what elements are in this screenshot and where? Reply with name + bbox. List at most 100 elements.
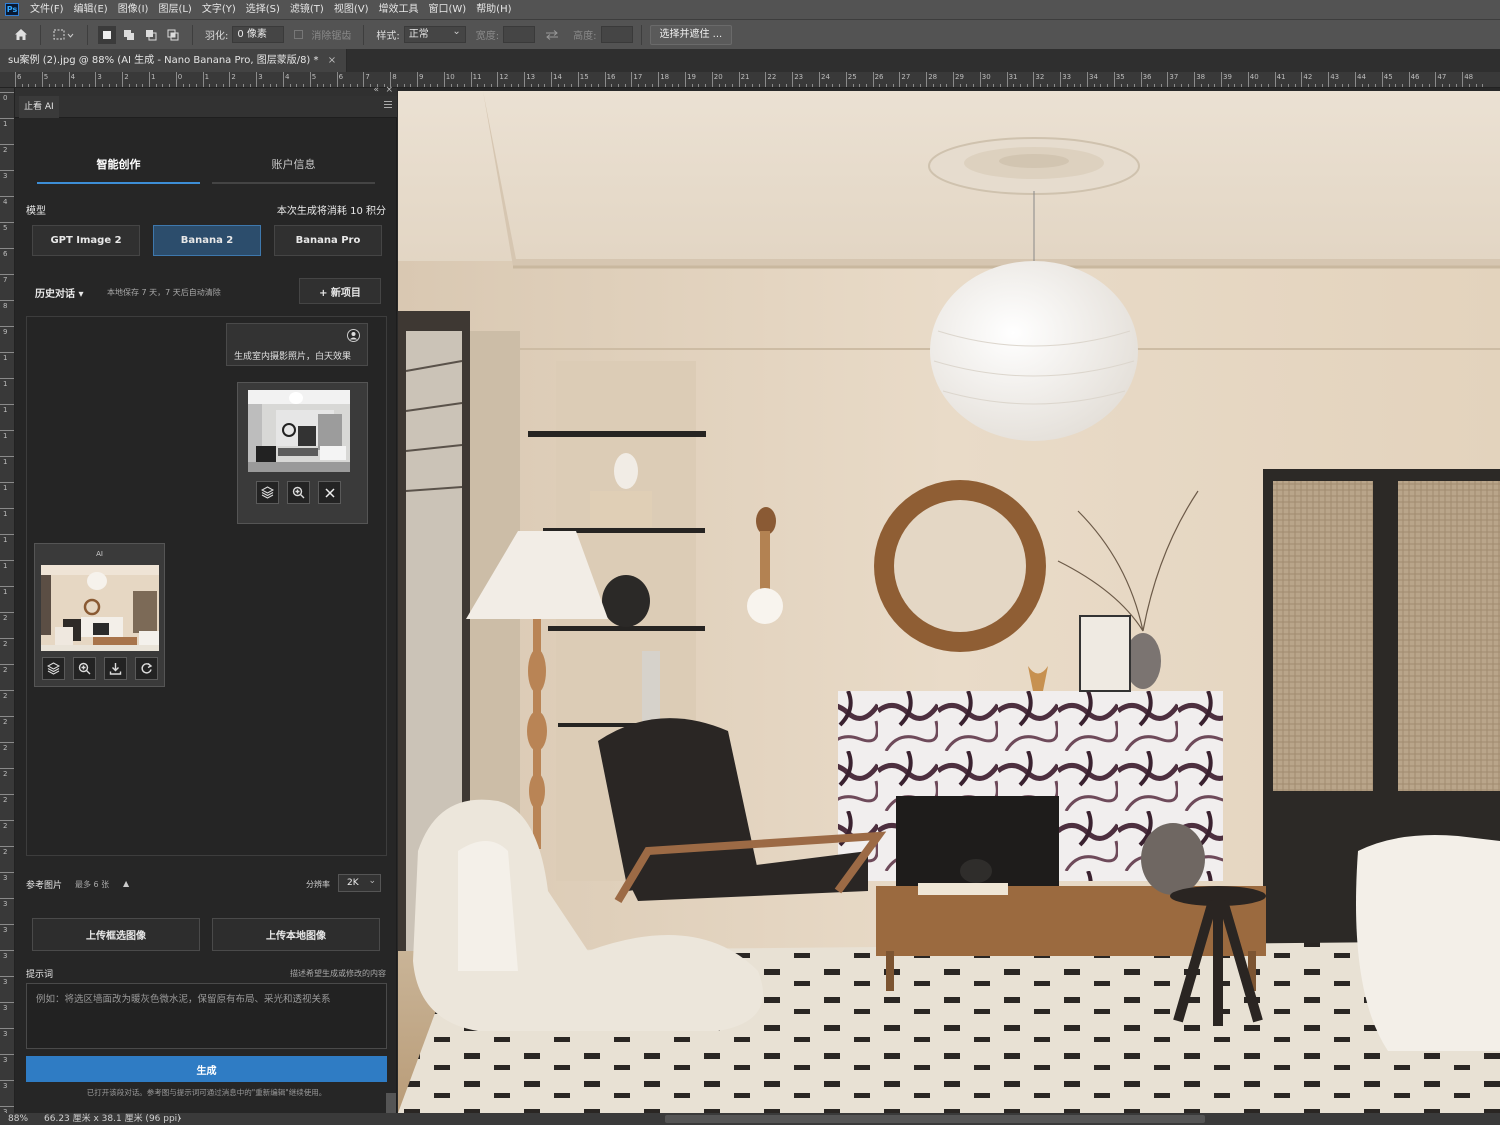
menu-view[interactable]: 视图(V)	[329, 0, 374, 19]
ruler-minor-tick	[1093, 84, 1095, 87]
ruler-label: 2	[3, 640, 8, 648]
document-canvas[interactable]	[398, 91, 1500, 1113]
chat-history[interactable]: 生成室内摄影照片，白天效果 AI	[26, 316, 387, 856]
layers-icon[interactable]	[42, 657, 65, 680]
panel-close-icon[interactable]: ×	[385, 85, 393, 95]
height-input[interactable]	[600, 26, 633, 43]
ai-result-thumbnail[interactable]	[41, 565, 159, 651]
reference-toggle[interactable]: ▲	[123, 879, 129, 888]
regenerate-icon[interactable]	[135, 657, 158, 680]
status-menu-arrow-icon[interactable]: ›	[178, 1113, 182, 1125]
ruler-tick	[0, 976, 14, 977]
document-tab[interactable]: su案例 (2).jpg @ 88% (AI 生成 - Nano Banana …	[0, 49, 348, 72]
layers-icon[interactable]	[256, 481, 279, 504]
model-banana-pro-button[interactable]: Banana Pro	[274, 225, 382, 256]
ruler-minor-tick	[651, 84, 653, 87]
menu-file[interactable]: 文件(F)	[25, 0, 69, 19]
ruler-label: 28	[928, 73, 938, 81]
zoom-in-icon[interactable]	[73, 657, 96, 680]
menu-image[interactable]: 图像(I)	[113, 0, 154, 19]
attachment-thumbnail[interactable]	[248, 390, 350, 472]
ruler-label: 34	[1089, 73, 1098, 81]
feather-input[interactable]: 0 像素	[232, 26, 285, 43]
ruler-label: 11	[472, 73, 482, 81]
horizontal-ruler[interactable]: 6 5 4 3 2 1 0 1 2 3 4 5 6 7 8 9 10 11 12 13 14 15 16 17 18 19 20 21…	[0, 72, 1500, 88]
tab-account-info[interactable]: 账户信息	[212, 148, 375, 184]
download-icon[interactable]	[104, 657, 127, 680]
close-icon[interactable]	[318, 481, 341, 504]
antialias-checkbox[interactable]	[294, 30, 304, 39]
subtract-selection-icon[interactable]	[142, 26, 160, 44]
photoshop-logo-icon[interactable]: Ps	[5, 3, 19, 16]
panel-scrollbar[interactable]	[386, 1093, 396, 1113]
style-select[interactable]: 正常	[403, 24, 466, 43]
ruler-minor-tick	[973, 84, 975, 87]
new-project-button[interactable]: + 新项目	[299, 278, 381, 304]
ruler-label: 25	[847, 73, 857, 81]
ruler-label: 1	[3, 562, 8, 570]
ruler-tick	[711, 72, 713, 87]
ruler-tick	[68, 72, 70, 87]
add-selection-icon[interactable]	[120, 26, 138, 44]
ruler-tick	[0, 612, 14, 613]
ruler-minor-tick	[537, 84, 539, 87]
panel-title[interactable]: 止看 AI	[19, 96, 59, 118]
ruler-tick	[0, 586, 14, 587]
ruler-label: 41	[1276, 73, 1286, 81]
ruler-minor-tick	[1361, 84, 1363, 87]
menu-type[interactable]: 文字(Y)	[197, 0, 241, 19]
model-banana-2-button[interactable]: Banana 2	[153, 225, 261, 256]
intersect-selection-icon[interactable]	[164, 26, 182, 44]
ruler-tick	[1328, 72, 1330, 87]
upload-local-button[interactable]: 上传本地图像	[212, 918, 380, 951]
ruler-tick	[0, 144, 14, 145]
menu-edit[interactable]: 编辑(E)	[69, 0, 113, 19]
history-dropdown[interactable]: 历史对话 ▾	[35, 285, 84, 300]
upload-selection-button[interactable]: 上传框选图像	[32, 918, 200, 951]
prompt-input[interactable]: 例如：将选区墙面改为暖灰色微水泥，保留原有布局、采光和透视关系	[26, 983, 387, 1049]
generate-button[interactable]: 生成	[26, 1056, 387, 1082]
new-selection-icon[interactable]	[98, 25, 116, 44]
menu-filter[interactable]: 滤镜(T)	[285, 0, 329, 19]
model-gpt-image-2-button[interactable]: GPT Image 2	[32, 225, 140, 256]
ruler-minor-tick	[1341, 84, 1343, 87]
marquee-tool-icon[interactable]	[51, 26, 77, 44]
ruler-tick	[1140, 72, 1142, 87]
select-and-mask-button[interactable]: 选择并遮住 ...	[649, 24, 733, 45]
ruler-label: 33	[1062, 73, 1072, 81]
menu-help[interactable]: 帮助(H)	[471, 0, 516, 19]
panel-menu-icon[interactable]	[384, 101, 392, 108]
panel-collapse-icon[interactable]: «	[373, 85, 379, 95]
ruler-label: 5	[43, 73, 49, 81]
close-tab-icon[interactable]: ×	[328, 55, 336, 66]
ruler-tick	[0, 482, 14, 483]
ruler-tick	[1247, 72, 1249, 87]
zoom-in-icon[interactable]	[287, 481, 310, 504]
menu-select[interactable]: 选择(S)	[241, 0, 285, 19]
ruler-minor-tick	[1147, 84, 1149, 87]
tab-smart-create[interactable]: 智能创作	[37, 148, 200, 184]
ruler-tick	[0, 924, 14, 925]
ruler-tick	[0, 352, 14, 353]
menu-window[interactable]: 窗口(W)	[423, 0, 471, 19]
swap-icon[interactable]	[543, 26, 561, 44]
ruler-minor-tick	[959, 84, 961, 87]
home-icon[interactable]	[12, 26, 30, 44]
horizontal-scrollbar[interactable]	[665, 1115, 1205, 1123]
ruler-label: 3	[97, 73, 102, 81]
ruler-minor-tick	[1422, 84, 1423, 87]
vertical-ruler[interactable]: 0123456789111111111122222222223333333333	[0, 88, 15, 1113]
ruler-minor-tick	[939, 84, 941, 87]
ruler-minor-tick	[1261, 84, 1263, 87]
resolution-select[interactable]: 2K ⌄	[338, 874, 381, 892]
menu-layer[interactable]: 图层(L)	[153, 0, 196, 19]
ruler-minor-tick	[1428, 84, 1430, 87]
ruler-label: 2	[124, 73, 129, 81]
ruler-label: 7	[3, 276, 8, 284]
menu-plugins[interactable]: 增效工具	[373, 0, 423, 19]
width-input[interactable]	[503, 26, 536, 43]
ruler-minor-tick	[892, 84, 894, 87]
ruler-label: 17	[633, 73, 643, 81]
ruler-label: 6	[338, 73, 344, 81]
zoom-level[interactable]: 88%	[8, 1113, 28, 1125]
